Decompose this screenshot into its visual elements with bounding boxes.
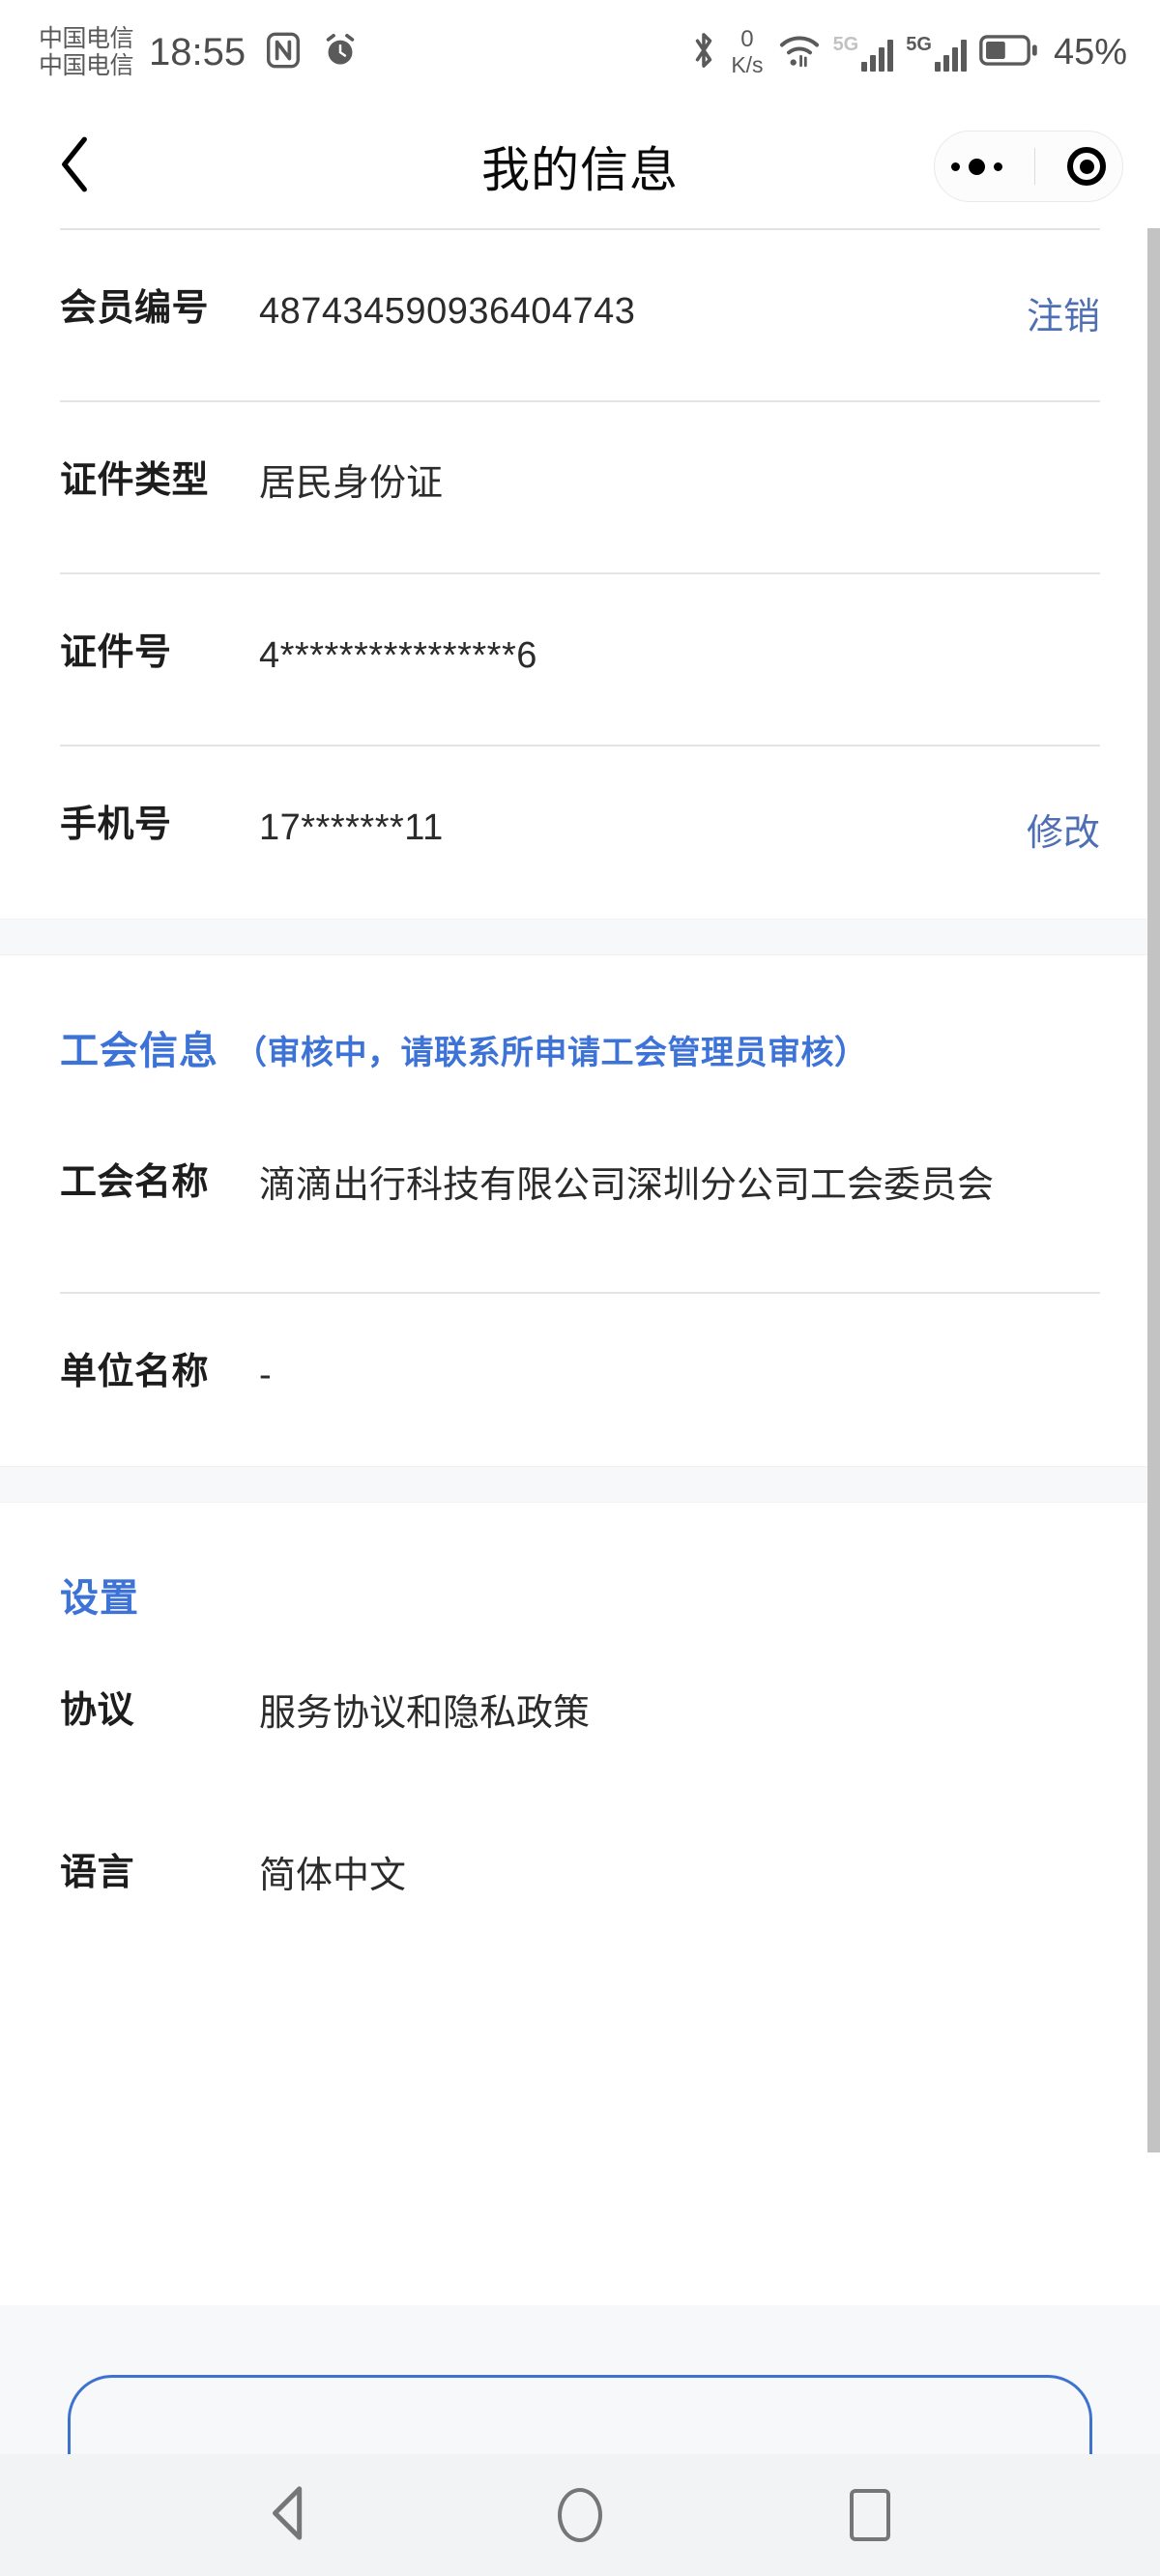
carrier-labels: 中国电信 中国电信 (39, 25, 134, 79)
table-row[interactable]: 手机号 17*******11 修改 (0, 746, 1160, 919)
nav-header: 我的信息 (0, 104, 1160, 228)
table-row[interactable]: 会员编号 487434590936404743 注销 (0, 230, 1160, 402)
agreement-link[interactable]: 服务协议和隐私政策 (222, 1688, 1100, 1739)
row-value: 简体中文 (259, 1855, 407, 1896)
row-label: 工会名称 (60, 1161, 210, 1203)
bluetooth-icon (691, 30, 716, 75)
battery-icon (979, 32, 1039, 73)
phone-screen: 中国电信 中国电信 18:55 0 K/s 5G 5G 45% 我的信息 会员编… (0, 0, 1160, 2576)
row-value: 17*******11 (259, 806, 444, 848)
row-label: 证件类型 (60, 459, 210, 501)
system-recents-icon (850, 2489, 890, 2541)
sim1-signal: 5G (833, 34, 894, 72)
table-row[interactable]: 单位名称 - (0, 1294, 1160, 1466)
modify-phone-link[interactable]: 修改 (1017, 803, 1100, 856)
sim1-signal-bars (861, 39, 894, 72)
sim2-network-label: 5G (906, 33, 932, 55)
account-section: 会员编号 487434590936404743 注销 证件类型 居民身份证 证件… (0, 228, 1160, 919)
settings-section: 设置 协议 服务协议和隐私政策 语言 简体中文 (0, 1502, 1160, 1958)
deactivate-link[interactable]: 注销 (1017, 286, 1100, 339)
row-value: 487434590936404743 (259, 290, 636, 332)
section-gap (0, 1465, 1160, 1503)
battery-percent: 45% (1053, 31, 1127, 73)
system-recents-button[interactable] (826, 2472, 914, 2559)
system-navigation-bar (0, 2454, 1160, 2576)
scroll-content[interactable]: 会员编号 487434590936404743 注销 证件类型 居民身份证 证件… (0, 228, 1160, 2305)
row-value: 4****************6 (259, 634, 537, 676)
bottom-zone (0, 2305, 1160, 2576)
row-label: 单位名称 (60, 1351, 210, 1392)
sim2-signal-bars (934, 39, 967, 72)
table-row[interactable]: 工会名称 滴滴出行科技有限公司深圳分公司工会委员会 (0, 1104, 1160, 1294)
status-clock: 18:55 (149, 30, 246, 73)
system-home-button[interactable] (536, 2472, 624, 2559)
row-label: 协议 (60, 1689, 135, 1731)
nfc-icon (267, 32, 301, 73)
row-label: 手机号 (60, 804, 172, 845)
table-row[interactable]: 语言 简体中文 (0, 1795, 1160, 1957)
table-row[interactable]: 协议 服务协议和隐私政策 (0, 1632, 1160, 1795)
table-row[interactable]: 证件类型 居民身份证 (0, 402, 1160, 574)
miniprogram-capsule[interactable] (934, 131, 1123, 202)
network-speed-value: 0 (740, 26, 754, 52)
union-section-title: 工会信息 (60, 1029, 218, 1072)
system-back-button[interactable] (246, 2472, 334, 2559)
back-chevron-icon (54, 134, 95, 199)
capsule-divider (1033, 148, 1036, 185)
target-close-icon[interactable] (1067, 147, 1107, 186)
carrier-sim2-label: 中国电信 (39, 52, 134, 79)
row-label: 语言 (60, 1852, 135, 1893)
row-value: 滴滴出行科技有限公司深圳分公司工会委员会 (259, 1164, 995, 1206)
status-bar-right: 0 K/s 5G 5G 45% (691, 28, 1127, 76)
network-speed-unit: K/s (731, 52, 764, 77)
more-dots-icon[interactable] (950, 158, 1002, 175)
system-home-icon (558, 2488, 602, 2542)
section-gap (0, 918, 1160, 955)
status-bar: 中国电信 中国电信 18:55 0 K/s 5G 5G 45% (0, 0, 1160, 104)
wifi-icon (778, 32, 821, 73)
sim1-network-label: 5G (832, 33, 859, 55)
settings-section-heading: 设置 (0, 1503, 1160, 1632)
settings-section-title: 设置 (60, 1576, 139, 1620)
network-speed: 0 K/s (731, 28, 763, 76)
union-section-heading: 工会信息 （审核中，请联系所申请工会管理员审核） (0, 955, 1160, 1104)
back-button[interactable] (41, 132, 108, 200)
row-value: - (259, 1354, 272, 1395)
union-review-status: （审核中，请联系所申请工会管理员审核） (234, 1034, 868, 1071)
alarm-icon (323, 32, 358, 73)
row-label: 证件号 (60, 631, 172, 673)
carrier-sim1-label: 中国电信 (39, 25, 134, 52)
row-value: 居民身份证 (259, 462, 444, 504)
status-bar-left: 中国电信 中国电信 18:55 (39, 25, 358, 79)
union-section: 工会信息 （审核中，请联系所申请工会管理员审核） 工会名称 滴滴出行科技有限公司… (0, 954, 1160, 1466)
row-label: 会员编号 (60, 287, 210, 329)
sim2-signal: 5G (906, 34, 967, 72)
system-back-icon (267, 2485, 313, 2546)
table-row[interactable]: 证件号 4****************6 (0, 574, 1160, 746)
